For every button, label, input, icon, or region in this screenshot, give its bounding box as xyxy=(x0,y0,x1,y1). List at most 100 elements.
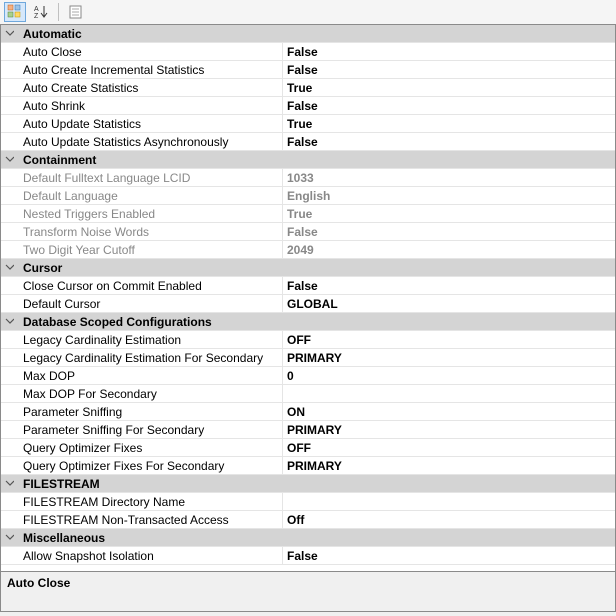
row-indicator xyxy=(1,403,17,420)
category-row[interactable]: Database Scoped Configurations xyxy=(1,313,615,331)
property-row[interactable]: Close Cursor on Commit EnabledFalse xyxy=(1,277,615,295)
property-value: False xyxy=(283,223,615,240)
property-pages-button[interactable] xyxy=(65,2,87,22)
row-indicator xyxy=(1,43,17,60)
category-label: FILESTREAM xyxy=(17,475,615,492)
description-title: Auto Close xyxy=(7,576,609,590)
property-row[interactable]: Default LanguageEnglish xyxy=(1,187,615,205)
row-indicator xyxy=(1,493,17,510)
property-label: FILESTREAM Directory Name xyxy=(17,493,283,510)
row-indicator xyxy=(1,133,17,150)
property-row[interactable]: Parameter Sniffing For SecondaryPRIMARY xyxy=(1,421,615,439)
categorized-button[interactable] xyxy=(4,2,26,22)
description-pane: Auto Close xyxy=(0,572,616,612)
property-value[interactable]: OFF xyxy=(283,439,615,456)
property-row[interactable]: Auto Create StatisticsTrue xyxy=(1,79,615,97)
property-label: Parameter Sniffing For Secondary xyxy=(17,421,283,438)
property-value[interactable]: Off xyxy=(283,511,615,528)
property-row[interactable]: Auto Update StatisticsTrue xyxy=(1,115,615,133)
property-value[interactable]: ON xyxy=(283,403,615,420)
property-label: Query Optimizer Fixes xyxy=(17,439,283,456)
property-label: Default Language xyxy=(17,187,283,204)
row-indicator xyxy=(1,385,17,402)
property-row[interactable]: Query Optimizer Fixes For SecondaryPRIMA… xyxy=(1,457,615,475)
property-value[interactable] xyxy=(283,385,615,402)
property-label: Auto Update Statistics xyxy=(17,115,283,132)
property-row[interactable]: Auto CloseFalse xyxy=(1,43,615,61)
property-row[interactable]: Allow Snapshot IsolationFalse xyxy=(1,547,615,565)
property-row[interactable]: Max DOP For Secondary xyxy=(1,385,615,403)
row-indicator xyxy=(1,223,17,240)
row-indicator xyxy=(1,115,17,132)
page-icon xyxy=(68,4,84,20)
sort-az-icon: A Z xyxy=(33,4,49,20)
property-row[interactable]: FILESTREAM Directory Name xyxy=(1,493,615,511)
category-row[interactable]: Automatic xyxy=(1,25,615,43)
property-row[interactable]: Parameter SniffingON xyxy=(1,403,615,421)
property-value[interactable] xyxy=(283,493,615,510)
property-row[interactable]: Default CursorGLOBAL xyxy=(1,295,615,313)
property-value[interactable]: False xyxy=(283,133,615,150)
property-row[interactable]: Transform Noise WordsFalse xyxy=(1,223,615,241)
expand-collapse-icon[interactable] xyxy=(1,313,17,330)
property-value[interactable]: 0 xyxy=(283,367,615,384)
row-indicator xyxy=(1,169,17,186)
property-value[interactable]: PRIMARY xyxy=(283,349,615,366)
row-indicator xyxy=(1,547,17,564)
expand-collapse-icon[interactable] xyxy=(1,25,17,42)
row-indicator xyxy=(1,349,17,366)
row-indicator xyxy=(1,79,17,96)
property-value[interactable]: False xyxy=(283,277,615,294)
property-grid: AutomaticAuto CloseFalseAuto Create Incr… xyxy=(0,24,616,572)
row-indicator xyxy=(1,421,17,438)
property-row[interactable]: Query Optimizer FixesOFF xyxy=(1,439,615,457)
svg-text:Z: Z xyxy=(34,13,39,20)
property-value[interactable]: PRIMARY xyxy=(283,421,615,438)
property-label: Auto Shrink xyxy=(17,97,283,114)
category-label: Miscellaneous xyxy=(17,529,615,546)
property-row[interactable]: Default Fulltext Language LCID1033 xyxy=(1,169,615,187)
property-label: Default Fulltext Language LCID xyxy=(17,169,283,186)
category-label: Cursor xyxy=(17,259,615,276)
property-label: Transform Noise Words xyxy=(17,223,283,240)
property-value[interactable]: OFF xyxy=(283,331,615,348)
property-value[interactable]: GLOBAL xyxy=(283,295,615,312)
property-row[interactable]: Two Digit Year Cutoff2049 xyxy=(1,241,615,259)
property-label: Allow Snapshot Isolation xyxy=(17,547,283,564)
category-row[interactable]: Miscellaneous xyxy=(1,529,615,547)
alphabetical-button[interactable]: A Z xyxy=(30,2,52,22)
expand-collapse-icon[interactable] xyxy=(1,475,17,492)
property-label: Nested Triggers Enabled xyxy=(17,205,283,222)
property-value[interactable]: False xyxy=(283,43,615,60)
property-label: Auto Close xyxy=(17,43,283,60)
toolbar: A Z xyxy=(0,0,616,24)
row-indicator xyxy=(1,331,17,348)
expand-collapse-icon[interactable] xyxy=(1,259,17,276)
row-indicator xyxy=(1,187,17,204)
property-value: 2049 xyxy=(283,241,615,258)
property-row[interactable]: Auto Update Statistics AsynchronouslyFal… xyxy=(1,133,615,151)
property-label: Parameter Sniffing xyxy=(17,403,283,420)
category-row[interactable]: Cursor xyxy=(1,259,615,277)
property-row[interactable]: Auto Create Incremental StatisticsFalse xyxy=(1,61,615,79)
property-value[interactable]: True xyxy=(283,115,615,132)
property-value[interactable]: True xyxy=(283,79,615,96)
category-row[interactable]: FILESTREAM xyxy=(1,475,615,493)
property-row[interactable]: FILESTREAM Non-Transacted AccessOff xyxy=(1,511,615,529)
property-label: Two Digit Year Cutoff xyxy=(17,241,283,258)
property-label: Max DOP For Secondary xyxy=(17,385,283,402)
property-row[interactable]: Max DOP0 xyxy=(1,367,615,385)
property-grid-scroll[interactable]: AutomaticAuto CloseFalseAuto Create Incr… xyxy=(1,25,615,571)
property-value[interactable]: False xyxy=(283,97,615,114)
category-row[interactable]: Containment xyxy=(1,151,615,169)
property-label: Legacy Cardinality Estimation xyxy=(17,331,283,348)
property-value[interactable]: False xyxy=(283,547,615,564)
expand-collapse-icon[interactable] xyxy=(1,529,17,546)
property-row[interactable]: Legacy Cardinality Estimation For Second… xyxy=(1,349,615,367)
property-row[interactable]: Auto ShrinkFalse xyxy=(1,97,615,115)
property-value[interactable]: False xyxy=(283,61,615,78)
property-row[interactable]: Legacy Cardinality EstimationOFF xyxy=(1,331,615,349)
expand-collapse-icon[interactable] xyxy=(1,151,17,168)
property-row[interactable]: Nested Triggers EnabledTrue xyxy=(1,205,615,223)
property-value[interactable]: PRIMARY xyxy=(283,457,615,474)
